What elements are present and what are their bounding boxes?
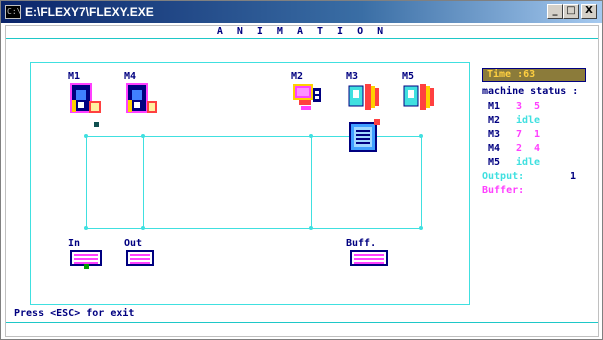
machine-m1-icon <box>70 83 101 113</box>
conveyor-node <box>84 134 88 138</box>
machine-status-heading: machine status : <box>482 86 579 97</box>
time-box: Time :63 <box>482 68 586 82</box>
machine-m5-icon <box>403 84 434 110</box>
console-area: A N I M A T I O N M1 M4 M2 M3 M5 In Out … <box>5 25 599 337</box>
footer-divider <box>6 322 598 323</box>
part-token <box>94 122 99 127</box>
status-name-m3: M3 <box>488 129 501 140</box>
animation-title: A N I M A T I O N <box>6 26 598 39</box>
buffer-label: Buffer: <box>482 185 525 196</box>
conveyor-node <box>309 226 313 230</box>
status-value-m4: 2 4 <box>516 143 541 154</box>
conveyor-node <box>84 226 88 230</box>
exit-hint: Press <ESC> for exit <box>14 308 135 319</box>
title-bar[interactable]: C:\ E:\FLEXY7\FLEXY.EXE _ □ X <box>1 1 602 23</box>
status-value-m3: 7 1 <box>516 129 541 140</box>
conveyor-divider-1 <box>143 136 144 229</box>
close-button[interactable]: X <box>581 4 597 19</box>
conveyor-divider-2 <box>311 136 312 229</box>
status-value-m1: 3 5 <box>516 101 541 112</box>
station-label-out: Out <box>124 238 143 249</box>
input-station-icon <box>70 250 102 269</box>
app-window: C:\ E:\FLEXY7\FLEXY.EXE _ □ X A N I M A … <box>0 0 603 340</box>
status-name-m5: M5 <box>488 157 501 168</box>
status-name-m2: M2 <box>488 115 501 126</box>
output-value: 1 <box>570 171 577 182</box>
console-icon-text: C:\ <box>7 7 22 16</box>
station-label-buff: Buff. <box>346 238 377 249</box>
machine-m2-icon <box>293 84 321 110</box>
machine-m3-icon <box>348 84 379 110</box>
conveyor-node <box>419 226 423 230</box>
status-value-m5: idle <box>516 157 541 168</box>
status-value-m2: idle <box>516 115 541 126</box>
window-title: E:\FLEXY7\FLEXY.EXE <box>25 5 154 19</box>
conveyor-node <box>141 134 145 138</box>
output-label: Output: <box>482 171 525 182</box>
conveyor-left <box>86 136 87 229</box>
buffer-station-icon <box>350 250 388 266</box>
time-readout: Time :63 <box>487 69 536 80</box>
agv-cart-icon <box>349 119 380 152</box>
minimize-button[interactable]: _ <box>547 4 563 19</box>
machine-m4-icon <box>126 83 157 113</box>
output-station-icon <box>126 250 154 266</box>
station-label-in: In <box>68 238 81 249</box>
conveyor-node <box>419 134 423 138</box>
conveyor-node <box>309 134 313 138</box>
console-icon[interactable]: C:\ <box>5 5 21 19</box>
conveyor-right <box>421 136 422 229</box>
status-name-m1: M1 <box>488 101 501 112</box>
conveyor-bottom <box>86 228 421 229</box>
conveyor-node <box>141 226 145 230</box>
maximize-button[interactable]: □ <box>563 4 579 19</box>
status-name-m4: M4 <box>488 143 501 154</box>
